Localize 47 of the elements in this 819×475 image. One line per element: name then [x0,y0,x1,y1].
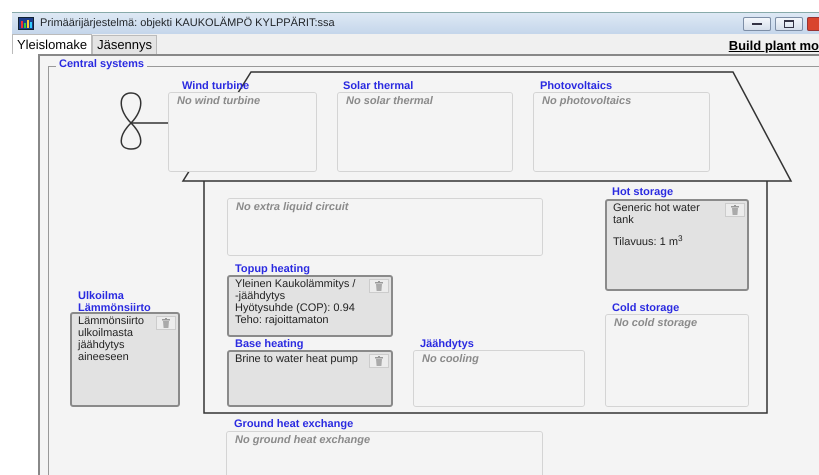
slot-label: Photovoltaics [540,80,612,92]
placeholder-text: No solar thermal [346,95,434,107]
component-card[interactable]: Yleinen Kaukolämmitys / -jäähdytys Hyötysuhde (COP): 0.94 Teho: rajoittamaton [227,275,393,337]
slot-label: Hot storage [612,186,674,198]
maximize-button[interactable] [775,16,803,30]
trash-icon [730,205,740,215]
component-text: Teho: rajoittamaton [235,314,330,326]
trash-icon [161,318,171,328]
placeholder-text: No extra liquid circuit [236,201,350,213]
slot-label: Topup heating [235,263,310,275]
component-card[interactable]: Brine to water heat pump [227,350,393,407]
placeholder-text: No cold storage [614,317,698,329]
component-text: Hyötysuhde (COP): 0.94 [235,302,356,314]
slot-label: Ulkoilma Lämmönsiirto [78,290,152,314]
component-text: Brine to water heat pump [235,353,359,365]
component-card[interactable]: Generic hot water tank Tilavuus: 1 m$^{3}$ [605,199,749,291]
delete-button[interactable] [369,279,389,293]
window-title: Primäärijärjestelmä: objekti KAUKOLÄMPÖ KYLPPÄRIT:ssa [40,16,335,32]
trash-icon [374,356,384,366]
component-text: Yleinen Kaukolämmitys / -jäähdytys [235,278,356,302]
component-text: Lämmönsiirto ulkoilmasta jäähdytys aineeseen [78,315,146,363]
component-text: Generic hot water tank [613,202,701,226]
slot-label: Cold storage [612,302,680,314]
trash-icon [374,281,384,291]
group-title: Central systems [56,56,147,72]
close-button[interactable] [807,16,819,30]
app-icon [18,17,34,30]
delete-button[interactable] [725,203,745,217]
build-plant-link[interactable]: Build plant mo [728,36,819,56]
slot-label: Solar thermal [343,80,414,92]
minimize-icon [752,22,762,26]
tab[interactable]: Jäsennys [92,35,158,54]
tab[interactable]: Yleislomake [12,34,92,54]
slot-label: Jäähdytys [420,338,474,350]
delete-button[interactable] [156,316,176,330]
placeholder-text: No photovoltaics [542,95,632,107]
slot-label: Ground heat exchange [234,418,354,430]
minimize-button[interactable] [743,16,771,30]
component-text: Tilavuus: 1 m$^{3}$ [613,236,684,248]
component-card[interactable]: Lämmönsiirto ulkoilmasta jäähdytys aineeseen [70,312,180,407]
delete-button[interactable] [369,354,389,368]
placeholder-text: No cooling [422,353,480,365]
wind-turbine-icon [120,92,168,150]
placeholder-text: No wind turbine [177,95,262,107]
slot-label: Base heating [235,338,304,350]
placeholder-text: No ground heat exchange [235,434,372,446]
maximize-icon [784,20,794,28]
